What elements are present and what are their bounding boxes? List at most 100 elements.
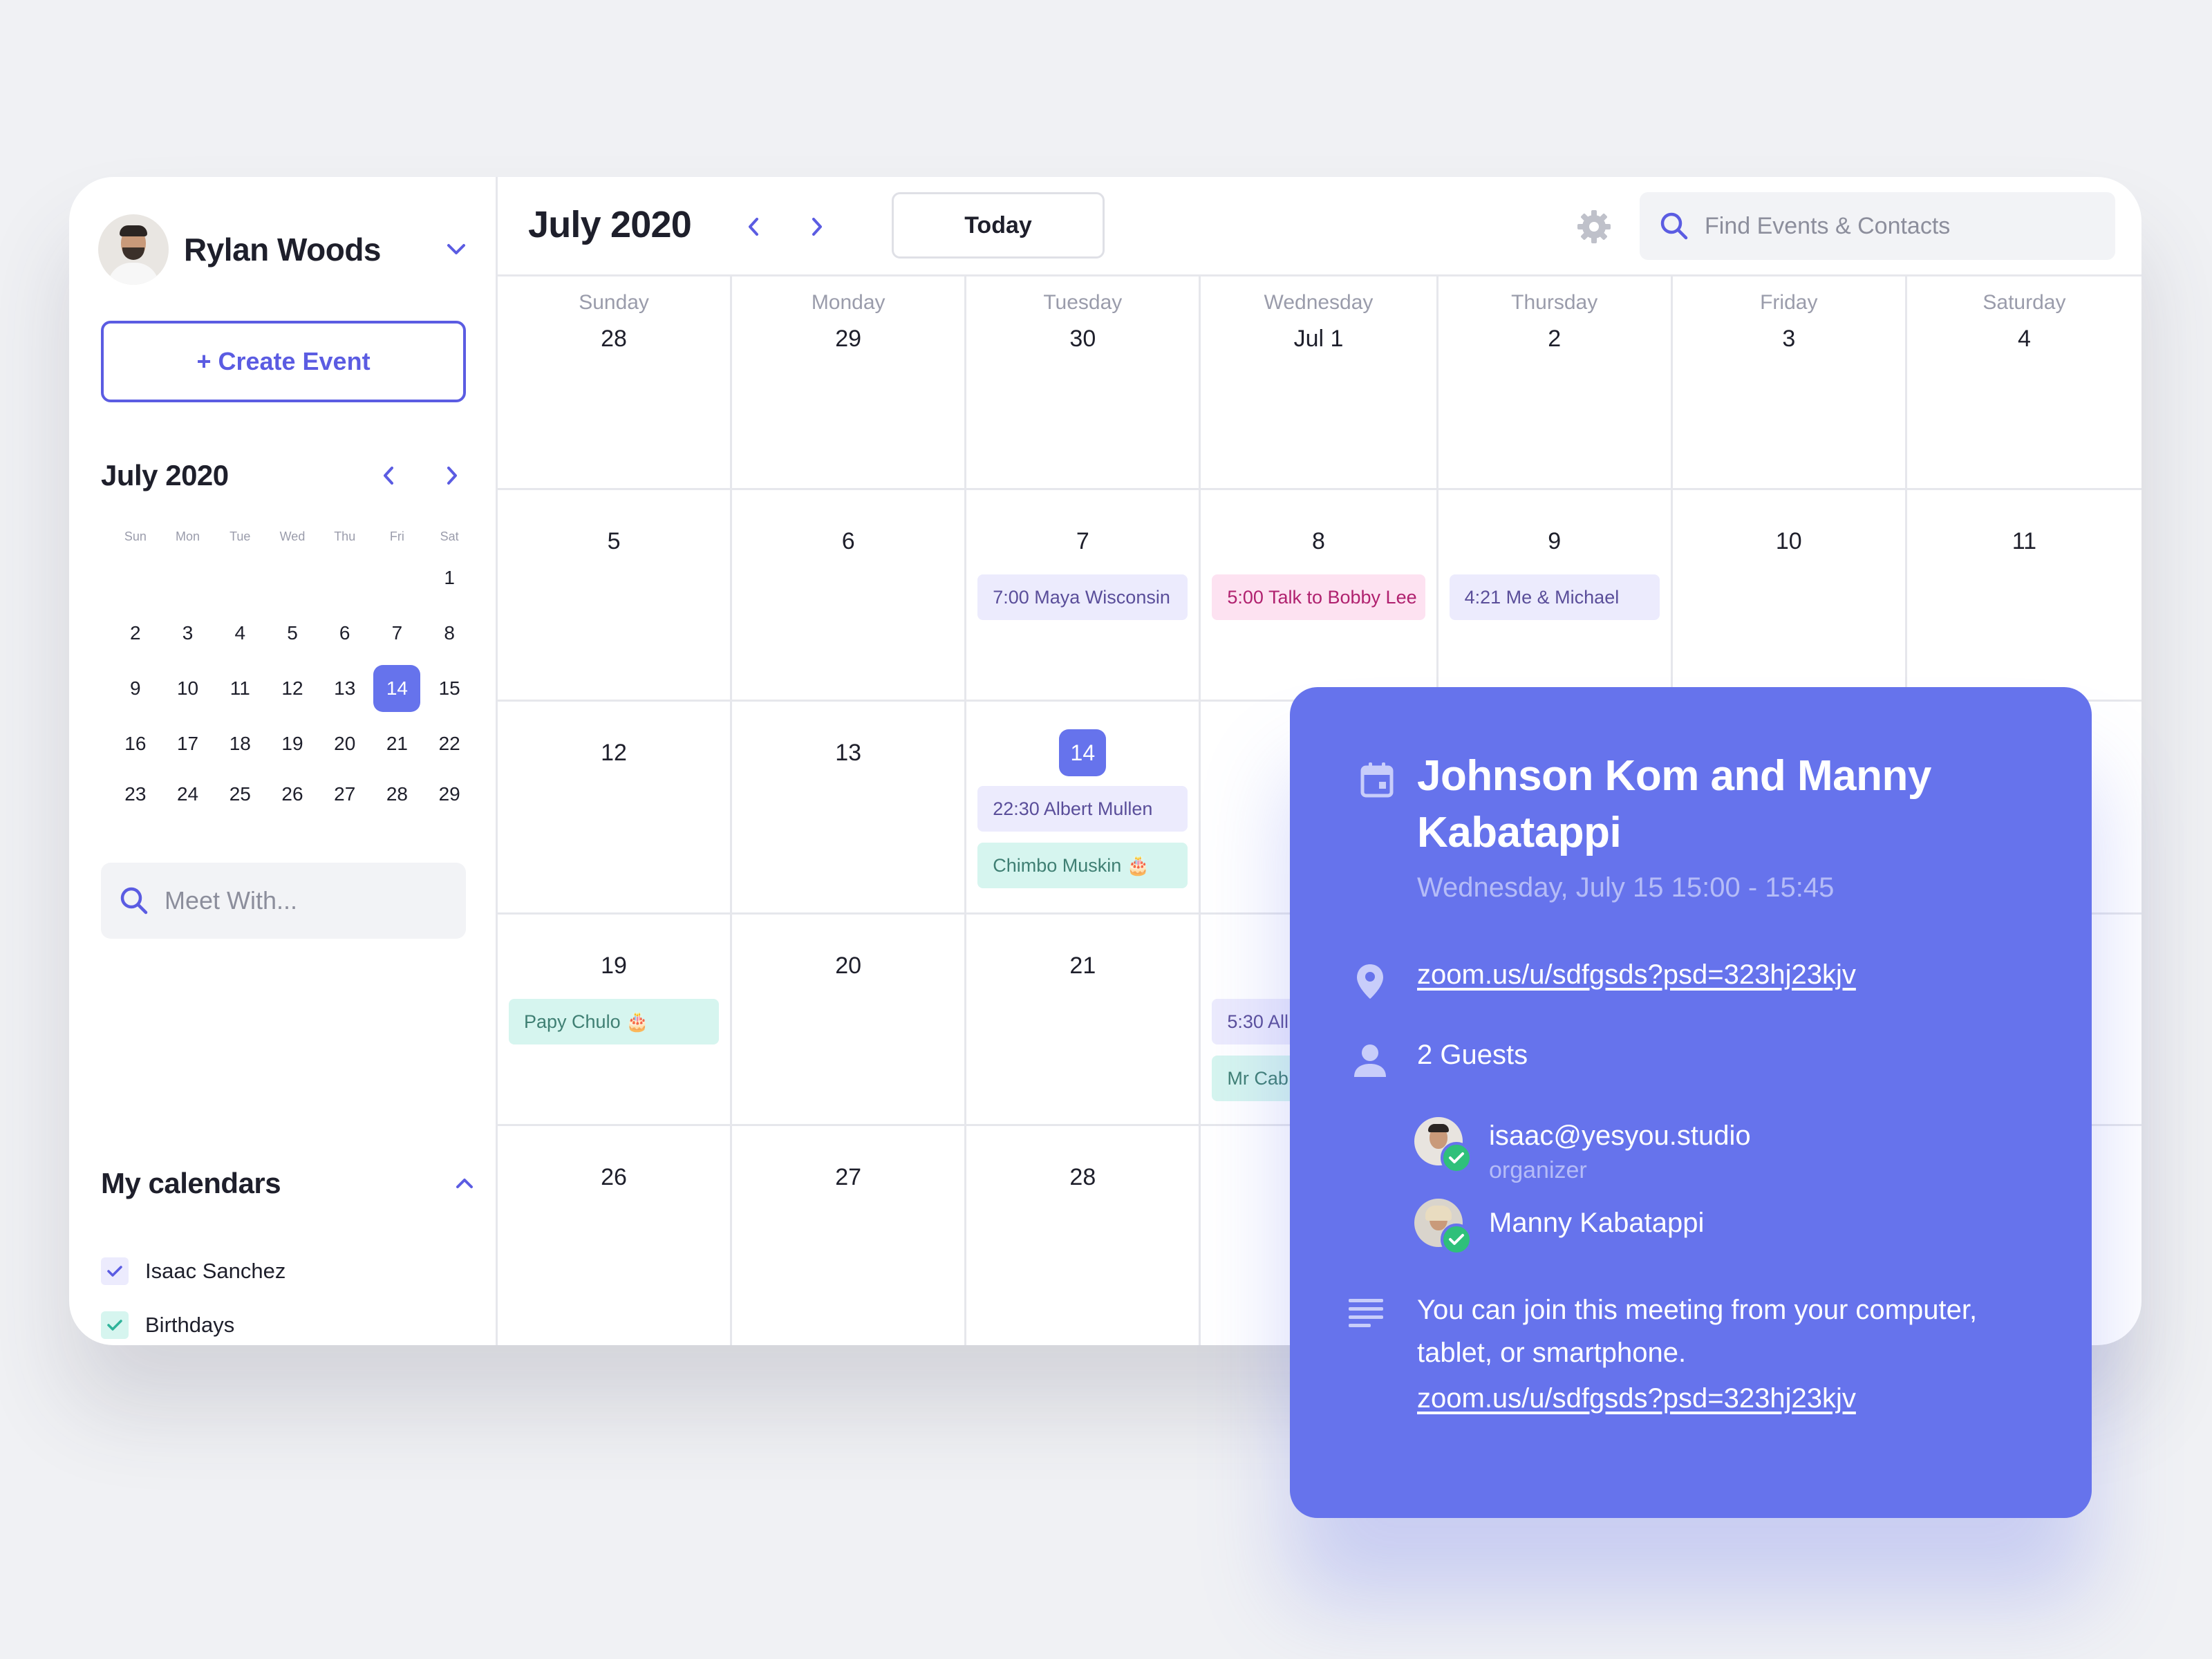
mini-day[interactable]: 4 bbox=[214, 606, 266, 661]
day-of-week-label: Thursday bbox=[1511, 291, 1598, 314]
gear-icon[interactable] bbox=[1575, 207, 1613, 246]
day-cell[interactable]: 8 5:00 Talk to Bobby Lee bbox=[1201, 490, 1438, 702]
mini-day[interactable]: 15 bbox=[423, 661, 476, 716]
day-cell[interactable]: 6 bbox=[732, 490, 967, 702]
today-button[interactable]: Today bbox=[892, 192, 1105, 259]
day-cell[interactable]: 12 bbox=[498, 702, 733, 915]
event-chip[interactable]: Papy Chulo 🎂 bbox=[509, 999, 720, 1044]
day-cell[interactable]: 13 bbox=[732, 702, 967, 915]
find-events-search[interactable]: Find Events & Contacts bbox=[1640, 192, 2115, 260]
my-calendars-header[interactable]: My calendars bbox=[101, 1167, 474, 1200]
day-of-week-label: Monday bbox=[811, 291, 885, 314]
day-cell[interactable]: Wednesday Jul 1 bbox=[1201, 276, 1438, 490]
mini-day[interactable]: 2 bbox=[109, 606, 162, 661]
day-cell[interactable]: 19 Papy Chulo 🎂 bbox=[498, 915, 733, 1126]
day-cell[interactable]: Monday 29 bbox=[732, 276, 967, 490]
event-chip[interactable]: 7:00 Maya Wisconsin bbox=[977, 574, 1188, 620]
mini-day[interactable]: 5 bbox=[266, 606, 319, 661]
mini-day-number: 7 bbox=[391, 622, 403, 644]
event-chip[interactable]: Chimbo Muskin 🎂 bbox=[977, 843, 1188, 888]
event-chip[interactable]: 4:21 Me & Michael bbox=[1449, 574, 1660, 620]
mini-day-number: 4 bbox=[234, 622, 246, 644]
chevron-up-icon[interactable] bbox=[455, 1177, 474, 1190]
day-cell[interactable]: 9 4:21 Me & Michael bbox=[1438, 490, 1673, 702]
day-cell[interactable]: 7 7:00 Maya Wisconsin bbox=[966, 490, 1201, 702]
day-number: 28 bbox=[601, 326, 627, 352]
mini-day[interactable]: 7 bbox=[371, 606, 424, 661]
calendar-item[interactable]: Isaac Sanchez bbox=[101, 1244, 285, 1298]
day-of-week-label: Saturday bbox=[1983, 291, 2066, 314]
page-title: July 2020 bbox=[528, 204, 692, 245]
day-cell[interactable]: 5 bbox=[498, 490, 733, 702]
chevron-down-icon[interactable] bbox=[441, 234, 471, 265]
mini-day[interactable]: 8 bbox=[423, 606, 476, 661]
location-link[interactable]: zoom.us/u/sdfgsds?psd=323hj23kjv bbox=[1417, 959, 1856, 991]
mini-day[interactable]: 27 bbox=[319, 771, 371, 817]
day-number: 14 bbox=[966, 729, 1199, 776]
mini-day[interactable]: 25 bbox=[214, 771, 266, 817]
mini-day[interactable]: 21 bbox=[371, 716, 424, 771]
mini-day[interactable]: 14 bbox=[371, 661, 424, 716]
mini-day[interactable]: 12 bbox=[266, 661, 319, 716]
mini-day[interactable]: 10 bbox=[162, 661, 214, 716]
day-cell[interactable]: 21 bbox=[966, 915, 1201, 1126]
guest-name: isaac@yesyou.studio bbox=[1489, 1121, 1751, 1151]
day-of-week-label: Wednesday bbox=[1264, 291, 1374, 314]
mini-day[interactable]: 6 bbox=[319, 606, 371, 661]
day-number: 6 bbox=[841, 528, 855, 554]
mini-day-number: 3 bbox=[182, 622, 194, 644]
mini-day[interactable]: 18 bbox=[214, 716, 266, 771]
day-cell[interactable]: 14 22:30 Albert Mullen Chimbo Muskin 🎂 bbox=[966, 702, 1201, 915]
mini-day[interactable]: 20 bbox=[319, 716, 371, 771]
day-cell[interactable]: 20 bbox=[732, 915, 967, 1126]
day-cell[interactable]: Thursday 2 bbox=[1438, 276, 1673, 490]
next-month-icon[interactable] bbox=[798, 207, 836, 246]
mini-day[interactable]: 13 bbox=[319, 661, 371, 716]
guests-count: 2 Guests bbox=[1417, 1040, 1528, 1070]
mini-day[interactable]: 29 bbox=[423, 771, 476, 817]
mini-day-number: 28 bbox=[386, 783, 408, 805]
prev-month-icon[interactable] bbox=[734, 207, 773, 246]
user-switcher[interactable]: Rylan Woods bbox=[98, 214, 471, 285]
day-cell[interactable]: Friday 3 bbox=[1672, 276, 1907, 490]
mini-day-number: 25 bbox=[229, 783, 251, 805]
mini-day-number: 17 bbox=[176, 733, 199, 754]
mini-day[interactable]: 17 bbox=[162, 716, 214, 771]
mini-day[interactable]: 22 bbox=[423, 716, 476, 771]
calendar-item[interactable]: Birthdays bbox=[101, 1298, 285, 1345]
mini-day-number: 19 bbox=[281, 733, 303, 754]
day-cell[interactable]: 10 bbox=[1672, 490, 1907, 702]
checkbox-check-icon[interactable] bbox=[101, 1311, 129, 1339]
mini-day[interactable]: 28 bbox=[371, 771, 424, 817]
create-event-button[interactable]: + Create Event bbox=[101, 321, 466, 402]
mini-day-of-week: Sun bbox=[124, 529, 147, 543]
event-chip[interactable]: 5:00 Talk to Bobby Lee bbox=[1212, 574, 1425, 620]
mini-day-number: 2 bbox=[130, 622, 141, 644]
mini-day[interactable]: 16 bbox=[109, 716, 162, 771]
checkbox-check-icon[interactable] bbox=[101, 1257, 129, 1285]
mini-day[interactable]: 9 bbox=[109, 661, 162, 716]
day-cell[interactable]: Tuesday 30 bbox=[966, 276, 1201, 490]
mini-day-number: 14 bbox=[373, 665, 421, 712]
mini-day[interactable]: 11 bbox=[214, 661, 266, 716]
mini-prev-month-icon[interactable] bbox=[366, 453, 411, 498]
day-cell[interactable]: 26 bbox=[498, 1126, 733, 1345]
mini-day[interactable]: 19 bbox=[266, 716, 319, 771]
mini-day[interactable]: 1 bbox=[423, 550, 476, 606]
day-number: 27 bbox=[835, 1164, 862, 1190]
mini-next-month-icon[interactable] bbox=[430, 453, 474, 498]
meet-with-search[interactable]: Meet With... bbox=[101, 863, 466, 939]
day-cell[interactable]: 11 bbox=[1906, 490, 2141, 702]
day-cell[interactable]: 28 bbox=[966, 1126, 1201, 1345]
day-cell[interactable]: 27 bbox=[732, 1126, 967, 1345]
day-cell[interactable]: Saturday 4 bbox=[1906, 276, 2141, 490]
mini-day[interactable]: 23 bbox=[109, 771, 162, 817]
find-events-placeholder: Find Events & Contacts bbox=[1705, 212, 1951, 239]
description-link[interactable]: zoom.us/u/sdfgsds?psd=323hj23kjv bbox=[1417, 1377, 2053, 1420]
mini-day[interactable]: 24 bbox=[162, 771, 214, 817]
mini-day[interactable]: 26 bbox=[266, 771, 319, 817]
day-cell[interactable]: Sunday 28 bbox=[498, 276, 733, 490]
event-chip[interactable]: 22:30 Albert Mullen bbox=[977, 786, 1188, 832]
mini-day-number: 10 bbox=[176, 677, 199, 699]
mini-day[interactable]: 3 bbox=[162, 606, 214, 661]
